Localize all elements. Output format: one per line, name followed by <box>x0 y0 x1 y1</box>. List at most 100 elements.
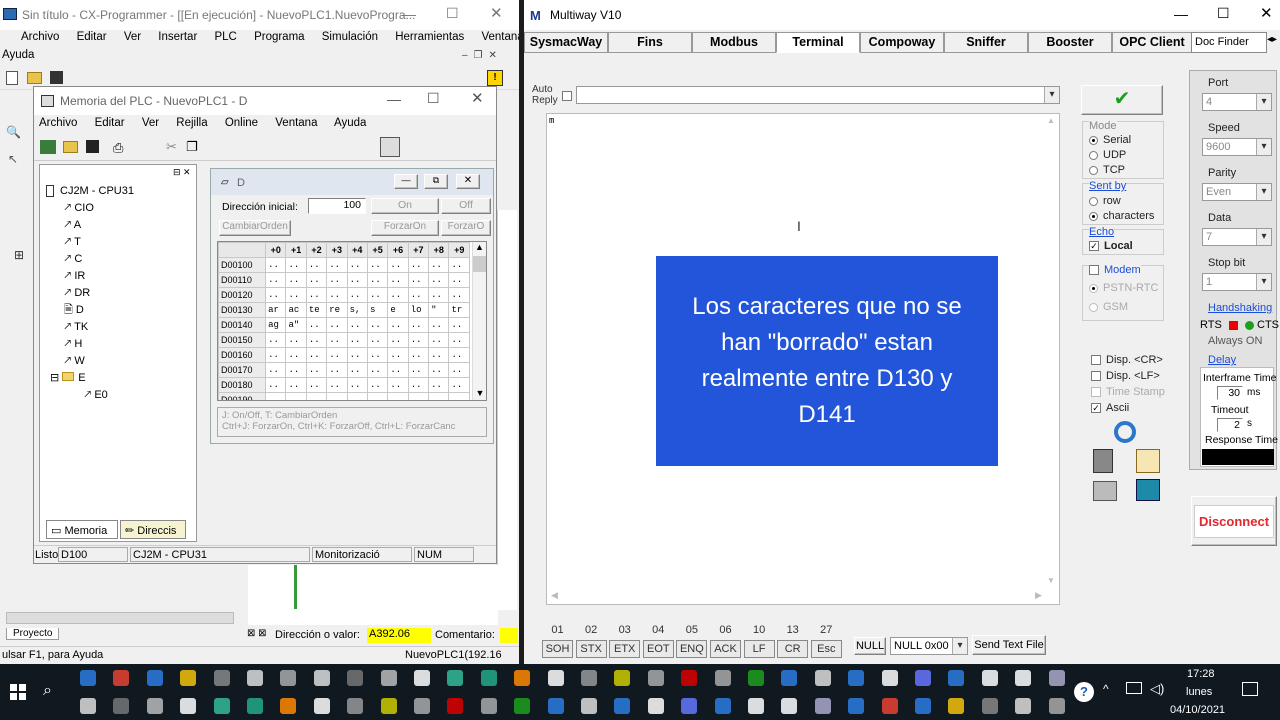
taskbar-app-icon[interactable] <box>614 698 631 714</box>
control-char-eot[interactable]: 04 EOT <box>642 624 674 658</box>
search-taskbar-icon[interactable]: ⌕ <box>43 682 52 700</box>
grid-cell[interactable]: .. <box>428 272 450 288</box>
speed-combo[interactable]: 9600 <box>1202 138 1272 156</box>
modem-gsm[interactable]: GSM <box>1089 301 1128 313</box>
memoria-menu-ayuda[interactable]: Ayuda <box>334 117 366 129</box>
taskbar-app-icon[interactable] <box>814 670 831 686</box>
taskbar-app-icon[interactable] <box>80 698 96 714</box>
taskbar-app-icon[interactable] <box>1048 670 1065 686</box>
print-icon[interactable]: ⎙ <box>113 140 123 156</box>
cx-menu-archivo[interactable]: Archivo <box>21 31 59 43</box>
taskbar-app-icon[interactable] <box>313 670 330 686</box>
taskbar-app-icon[interactable] <box>347 698 364 714</box>
taskbar-app-icon[interactable] <box>714 698 731 714</box>
grid-cell[interactable] <box>428 392 450 400</box>
grid-cell[interactable]: .. <box>346 272 368 288</box>
terminal-vscroll[interactable]: ▲ <box>1047 116 1055 125</box>
grid-cell[interactable]: .. <box>305 257 328 273</box>
taskbar-app-icon[interactable] <box>447 670 464 686</box>
grid-row-address[interactable]: D00170 <box>218 362 267 378</box>
grid-row-address[interactable]: D00150 <box>218 332 267 348</box>
tab-sniffer[interactable]: Sniffer <box>944 32 1028 53</box>
grid-cell[interactable]: .. <box>265 362 287 378</box>
tree-item-ir[interactable]: 🡕 IR <box>64 268 85 285</box>
grid-cell[interactable]: a" <box>285 317 307 333</box>
cx-menu-simulacion[interactable]: Simulación <box>322 31 378 43</box>
tree-item-tk[interactable]: 🡕 TK <box>64 319 88 336</box>
taskbar-app-icon[interactable] <box>146 670 163 686</box>
tray-chevron-icon[interactable]: ^ <box>1103 682 1109 696</box>
grid-cell[interactable]: .. <box>305 287 328 303</box>
grid-cell[interactable]: .. <box>366 317 389 333</box>
echo-local-checkbox[interactable]: ✓ Local <box>1089 240 1133 252</box>
taskbar-app-icon[interactable] <box>247 670 263 686</box>
calculator-icon[interactable] <box>1136 479 1160 501</box>
grid-cell[interactable]: .. <box>265 377 287 393</box>
taskbar-app-icon[interactable] <box>647 670 664 686</box>
tab-compoway[interactable]: Compoway <box>860 32 944 53</box>
cx-menu-ayuda[interactable]: Ayuda <box>2 49 34 61</box>
mw-close-icon[interactable]: ✕ <box>1260 4 1273 22</box>
grid-cell[interactable] <box>407 392 430 400</box>
control-char-lf[interactable]: 10 LF <box>743 624 775 658</box>
control-char-enq[interactable]: 05 ENQ <box>676 624 708 658</box>
taskbar-app-icon[interactable] <box>881 670 898 686</box>
grid-cell[interactable]: .. <box>387 272 409 288</box>
cx-menu-editar[interactable]: Editar <box>77 31 107 43</box>
taskbar-app-icon[interactable] <box>514 670 531 686</box>
transfer-icon[interactable] <box>40 140 56 154</box>
tab-direcciones[interactable]: ✏ Direccis <box>120 520 186 539</box>
send-text-file-button[interactable]: Send Text File <box>972 635 1046 655</box>
grid-cell[interactable]: .. <box>346 287 368 303</box>
grid-cell[interactable]: .. <box>366 377 389 393</box>
taskbar-app-icon[interactable] <box>848 670 865 686</box>
save-icon[interactable] <box>50 71 63 84</box>
grid-cell[interactable]: .. <box>346 317 368 333</box>
taskbar-app-icon[interactable] <box>781 698 798 714</box>
grid-cell[interactable]: .. <box>285 287 307 303</box>
d-on-button[interactable]: On <box>371 198 439 214</box>
control-char-button[interactable]: LF <box>743 640 775 658</box>
grid-cell[interactable]: .. <box>265 257 287 273</box>
grid-cell[interactable]: .. <box>305 317 328 333</box>
modem-pstn[interactable]: PSTN-RTC <box>1089 282 1158 294</box>
grid-cell[interactable]: .. <box>428 287 450 303</box>
null-combo[interactable]: NULL 0x00 <box>890 637 968 655</box>
taskbar-app-icon[interactable] <box>113 698 130 714</box>
tree-item-w[interactable]: 🡕 W <box>64 353 85 370</box>
control-char-button[interactable]: CR <box>777 640 809 658</box>
search-icon[interactable] <box>1114 421 1136 443</box>
taskbar-app-icon[interactable] <box>213 698 230 714</box>
control-char-esc[interactable]: 27 Esc <box>810 624 842 658</box>
disconnect-button[interactable]: Disconnect <box>1191 496 1277 546</box>
tree-item-dr[interactable]: 🡕 DR <box>64 285 90 302</box>
warning-icon[interactable]: ! <box>487 70 503 86</box>
data-combo[interactable]: 7 <box>1202 228 1272 246</box>
grid-cell[interactable]: .. <box>407 272 430 288</box>
grid-cell[interactable]: .. <box>428 332 450 348</box>
taskbar-app-icon[interactable] <box>581 698 597 714</box>
terminal-vscroll-down[interactable]: ▼ <box>1047 576 1055 585</box>
expand-icon[interactable]: ⊟ <box>50 372 62 384</box>
d-cambiar-orden-button[interactable]: CambiarOrden <box>219 220 291 236</box>
grid-cell[interactable]: .. <box>387 362 409 378</box>
grid-cell[interactable]: .. <box>366 257 389 273</box>
grid-cell[interactable]: .. <box>366 272 389 288</box>
grid-cell[interactable]: .. <box>346 257 368 273</box>
grid-cell[interactable]: .. <box>387 332 409 348</box>
clock-day[interactable]: lunes <box>1186 686 1212 698</box>
mw-minimize-icon[interactable]: — <box>1174 6 1188 22</box>
cx-comment-input[interactable] <box>500 628 518 643</box>
ascii-checkbox[interactable]: ✓ Ascii <box>1091 402 1129 414</box>
taskbar-app-icon[interactable] <box>180 698 197 714</box>
grid-cell[interactable]: .. <box>407 377 430 393</box>
open-folder-icon[interactable] <box>27 72 42 84</box>
tree-item-a[interactable]: 🡕 A <box>64 217 81 234</box>
parity-combo[interactable]: Even <box>1202 183 1272 201</box>
grid-cell[interactable]: te <box>305 302 328 318</box>
grid-row-address[interactable]: D00140 <box>218 317 267 333</box>
grid-cell[interactable] <box>366 392 389 400</box>
taskbar-app-icon[interactable] <box>347 670 364 686</box>
grid-cell[interactable]: .. <box>448 287 470 303</box>
memoria-close-icon[interactable]: ✕ <box>471 89 484 107</box>
